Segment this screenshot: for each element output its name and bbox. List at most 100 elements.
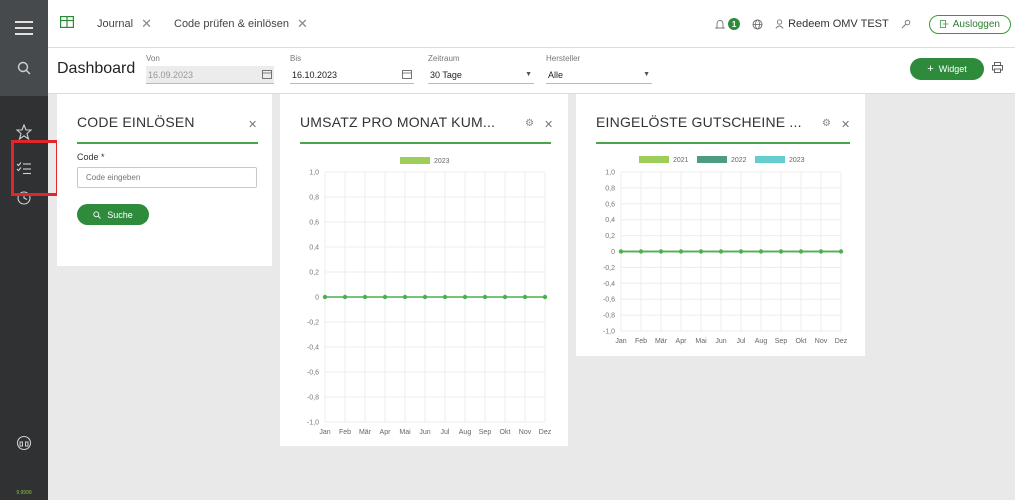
von-field[interactable]: Von 16.09.2023 <box>146 54 274 84</box>
y-tick-label: 0,6 <box>309 220 319 227</box>
data-point <box>542 294 548 300</box>
x-tick-label: Jun <box>419 429 430 436</box>
hersteller-field[interactable]: Hersteller Alle ▼ <box>546 54 652 84</box>
data-point <box>738 249 744 254</box>
close-icon[interactable]: ✕ <box>297 16 308 32</box>
y-tick-label: 0,2 <box>309 270 319 277</box>
x-tick-label: Dez <box>835 338 848 345</box>
user-name[interactable]: Redeem OMV TEST <box>788 18 889 30</box>
bis-field[interactable]: Bis 16.10.2023 <box>290 54 414 84</box>
y-tick-label: 0,2 <box>605 233 615 240</box>
card-title: CODE EINLÖSEN <box>77 114 195 130</box>
data-point <box>322 294 328 300</box>
globe-icon[interactable] <box>752 19 763 30</box>
bis-label: Bis <box>290 54 302 63</box>
x-tick-label: Okt <box>500 429 511 436</box>
x-tick-label: Nov <box>519 429 532 436</box>
data-point <box>362 294 368 300</box>
plus-icon: + <box>927 63 934 75</box>
y-tick-label: -0,2 <box>307 320 319 327</box>
search-label: Suche <box>107 209 133 220</box>
x-tick-label: Mär <box>359 429 372 436</box>
y-tick-label: 0 <box>315 295 319 302</box>
calendar-icon[interactable] <box>262 69 272 81</box>
calendar-icon[interactable] <box>402 69 412 81</box>
print-icon[interactable] <box>992 62 1003 73</box>
gutscheine-chart-card: EINGELÖSTE GUTSCHEINE ... ⚙ ✕ 2021 2022 20… <box>576 94 865 356</box>
dropdown-arrow-icon: ▼ <box>525 71 532 78</box>
close-icon[interactable]: ✕ <box>141 16 152 32</box>
logout-icon <box>939 20 949 28</box>
legend-swatch <box>400 157 430 164</box>
legend-label: 2022 <box>731 157 747 164</box>
bell-icon[interactable]: 1 <box>715 18 741 30</box>
von-label: Von <box>146 54 160 63</box>
legend-label: 2021 <box>673 157 689 164</box>
bis-date-input[interactable]: 16.10.2023 <box>290 66 414 84</box>
legend-swatch <box>639 156 669 163</box>
search-icon[interactable] <box>0 50 48 86</box>
y-tick-label: -1,0 <box>307 420 319 427</box>
y-tick-label: 0,4 <box>605 217 615 224</box>
add-widget-button[interactable]: + Widget <box>910 58 984 80</box>
data-point <box>462 294 468 300</box>
tab-journal[interactable]: Journal ✕ <box>97 0 152 48</box>
x-tick-label: Apr <box>676 338 688 345</box>
legend-label: 2023 <box>434 158 450 165</box>
code-field-label: Code * <box>77 152 105 162</box>
x-tick-label: Nov <box>815 338 828 345</box>
data-point <box>818 249 824 254</box>
search-icon <box>93 210 102 219</box>
y-tick-label: 1,0 <box>309 170 319 177</box>
bis-value: 16.10.2023 <box>292 69 338 80</box>
data-point <box>618 249 624 254</box>
page-title: Dashboard <box>57 60 136 77</box>
x-tick-label: Mai <box>399 429 411 436</box>
y-tick-label: 0,8 <box>605 185 615 192</box>
data-point <box>502 294 508 300</box>
x-tick-label: Mai <box>695 338 707 345</box>
x-tick-label: Jun <box>715 338 726 345</box>
y-tick-label: -0,6 <box>307 370 319 377</box>
x-tick-label: Jan <box>615 338 626 345</box>
data-point <box>402 294 408 300</box>
data-point <box>342 294 348 300</box>
support-icon[interactable] <box>0 425 48 461</box>
y-tick-label: -0,4 <box>603 281 615 288</box>
gutscheine-chart: 2021 2022 2023 1,0 0,8 0,6 0,4 0,2 0 -0,2 -0,4 -0,6… <box>603 156 848 345</box>
x-tick-label: Feb <box>339 429 351 436</box>
tab-code-pruefen[interactable]: Code prüfen & einlösen ✕ <box>174 0 308 48</box>
menu-icon[interactable] <box>0 10 48 46</box>
zeitraum-field[interactable]: Zeitraum 30 Tage ▼ <box>428 54 534 84</box>
data-point <box>838 249 844 254</box>
dropdown-arrow-icon: ▼ <box>643 71 650 78</box>
x-tick-label: Mär <box>655 338 668 345</box>
hersteller-select[interactable]: Alle ▼ <box>546 66 652 84</box>
notification-badge: 1 <box>728 18 741 30</box>
table-icon[interactable] <box>60 16 74 28</box>
x-tick-label: Aug <box>755 338 768 345</box>
data-point <box>778 249 784 254</box>
x-tick-label: Jul <box>441 429 450 436</box>
close-icon[interactable]: ✕ <box>248 118 257 131</box>
search-button[interactable]: Suche <box>77 204 149 225</box>
x-tick-label: Sep <box>479 429 492 436</box>
card-divider <box>77 142 258 144</box>
key-icon[interactable] <box>901 19 911 29</box>
data-point <box>422 294 428 300</box>
data-point <box>382 294 388 300</box>
von-date-input[interactable]: 16.09.2023 <box>146 66 274 84</box>
y-tick-label: 0,6 <box>605 201 615 208</box>
von-value: 16.09.2023 <box>148 69 194 80</box>
code-input[interactable] <box>77 167 257 188</box>
y-tick-label: 0,4 <box>309 245 319 252</box>
tab-label: Journal <box>97 18 134 30</box>
logout-button[interactable]: Ausloggen <box>928 14 1011 34</box>
filter-bar: Dashboard Von 16.09.2023 Bis 16.10.2023 … <box>48 48 1015 94</box>
umsatz-chart: 2023 1,0 0,8 0,6 0,4 0,2 0 -0,2 -0,4 -0,6 -0,8 -1,0… <box>307 157 552 436</box>
zeitraum-select[interactable]: 30 Tage ▼ <box>428 66 534 84</box>
x-tick-label: Jan <box>319 429 330 436</box>
data-point <box>522 294 528 300</box>
y-tick-label: -0,6 <box>603 297 615 304</box>
x-tick-label: Aug <box>459 429 472 436</box>
